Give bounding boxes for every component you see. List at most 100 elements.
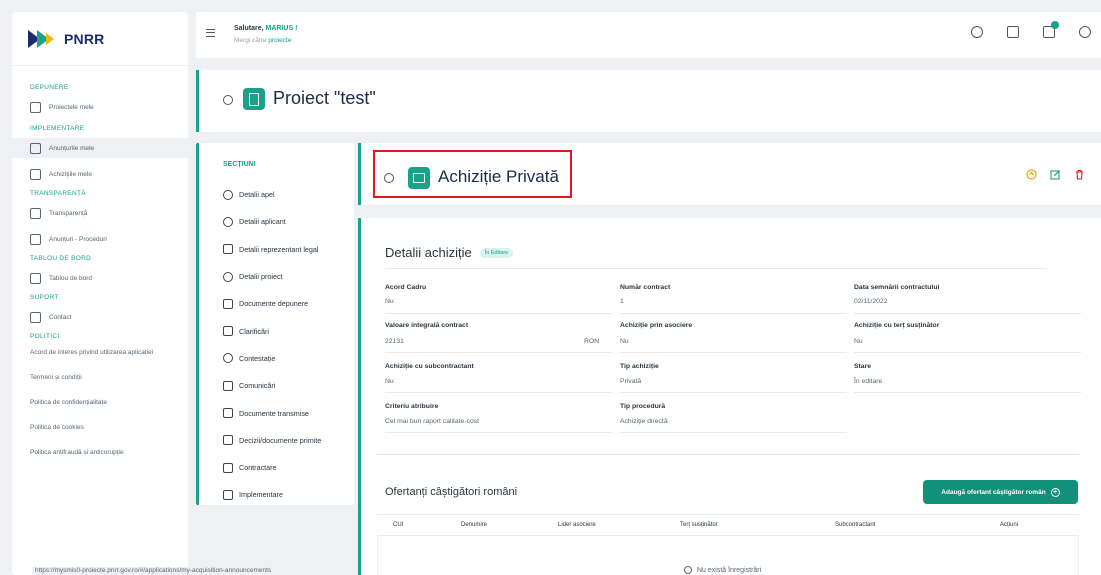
chat-icon <box>223 380 233 391</box>
sidebar-link-confidentialitate[interactable]: Politica de confidențialitate <box>12 390 188 415</box>
section-label: Contractare <box>239 463 277 473</box>
pnrr-logo[interactable]: PNRR <box>12 12 188 66</box>
id-card-icon <box>223 244 233 255</box>
sidebar-link-cookies[interactable]: Politica de cookies <box>12 415 188 440</box>
user-profile-icon[interactable] <box>971 26 983 38</box>
column-header-cui: CUI <box>393 522 404 528</box>
mail-icon <box>30 311 41 323</box>
section-documente-depunere[interactable]: Documente depunere <box>223 290 321 317</box>
section-title-tablou: TABLOU DE BORD <box>30 255 92 262</box>
section-comunicari[interactable]: Comunicări <box>223 372 321 399</box>
section-label: Documente depunere <box>239 299 309 309</box>
info-icon <box>223 189 233 200</box>
section-title-depunere: DEPUNERE <box>30 84 69 91</box>
goto-projects-link[interactable]: proiecte <box>268 37 291 44</box>
field-value-criteriu: Cel mai bun raport calitate-cost <box>385 418 480 425</box>
empty-state-text: Nu există înregistrări <box>697 566 762 574</box>
section-detalii-apel[interactable]: Detalii apel <box>223 181 321 208</box>
section-implementare[interactable]: Implementare <box>223 481 321 508</box>
section-label: Implementare <box>239 490 283 500</box>
section-label: Clarificări <box>239 326 269 336</box>
section-detalii-reprezentant[interactable]: Detalii reprezentant legal <box>223 236 321 263</box>
project-header: Proiect "test" <box>196 70 1101 132</box>
section-contractare[interactable]: Contractare <box>223 454 321 481</box>
copy-icon <box>223 462 233 473</box>
section-decizii[interactable]: Decizii/documente primite <box>223 427 321 454</box>
field-label-data-semnarii: Data semnării contractului <box>854 284 940 291</box>
details-title: Detalii achiziție În Editare <box>385 245 514 260</box>
sidebar-link-acord[interactable]: Acord de interes privind utilizarea apli… <box>12 340 188 365</box>
section-label: Decizii/documente primite <box>239 435 322 445</box>
field-value-tip-procedura: Achiziție directă <box>620 418 668 425</box>
field-label-asociere: Achiziție prin asociere <box>620 322 693 329</box>
info-icon <box>223 216 233 227</box>
sidebar-item-transparenta[interactable]: Transparență <box>12 203 188 223</box>
copy-icon <box>30 233 41 245</box>
edit-icon[interactable] <box>1050 169 1061 180</box>
building-icon[interactable] <box>1007 26 1019 38</box>
section-detalii-proiect[interactable]: Detalii proiect <box>223 263 321 290</box>
divider <box>385 432 612 433</box>
field-label-acord-cadru: Acord Cadru <box>385 284 427 291</box>
divider <box>385 392 612 393</box>
document-icon <box>223 408 233 419</box>
clipboard-icon <box>243 88 265 110</box>
greeting: Salutare, MARIUS ! <box>234 25 297 32</box>
info-icon <box>684 566 692 574</box>
section-detalii-aplicant[interactable]: Detalii aplicant <box>223 208 321 235</box>
acquisition-header: Achiziție Privată <box>358 143 1101 205</box>
acquisition-actions <box>1026 169 1085 180</box>
sidebar-link-termeni[interactable]: Termeni și condiții <box>12 365 188 390</box>
section-label: Detalii aplicant <box>239 217 286 227</box>
field-value-numar-contract: 1 <box>620 298 624 305</box>
section-documente-transmise[interactable]: Documente transmise <box>223 399 321 426</box>
field-label-subcontractant: Achiziție cu subcontractant <box>385 363 474 370</box>
add-button-label: Adaugă ofertant câștigător român <box>941 488 1046 496</box>
sidebar-item-label: Anunțurile mele <box>49 144 95 152</box>
clipboard-icon <box>223 326 233 337</box>
section-label: Documente transmise <box>239 408 309 418</box>
field-value-tert: Nu <box>854 338 863 345</box>
settings-gear-icon[interactable] <box>1079 26 1091 38</box>
sidebar-item-anunturi-proceduri[interactable]: Anunțuri - Proceduri <box>12 229 188 249</box>
offers-table-header: CUI Denumire Lider asociere Terț susțină… <box>377 514 1079 536</box>
field-value-stare: În editare <box>854 378 883 385</box>
divider <box>385 268 1047 269</box>
section-contestatie[interactable]: Contestație <box>223 345 321 372</box>
sidebar-item-achizitiile-mele[interactable]: Achizițiile mele <box>12 164 188 184</box>
divider <box>385 313 612 314</box>
back-arrow-icon[interactable] <box>384 173 394 183</box>
sidebar-link-antifrauda[interactable]: Politica antifraudă și anticorupție <box>12 440 188 465</box>
plus-circle-icon: + <box>1050 487 1060 497</box>
divider <box>620 432 847 433</box>
offers-table-body: Nu există înregistrări <box>377 536 1079 575</box>
divider <box>620 352 847 353</box>
sidebar-item-label: Tablou de bord <box>49 274 93 282</box>
status-badge: În Editare <box>479 247 514 258</box>
submit-icon[interactable] <box>1026 169 1037 180</box>
delete-icon[interactable] <box>1074 169 1085 180</box>
sidebar-item-anunturile-mele[interactable]: Anunțurile mele <box>12 138 188 158</box>
back-arrow-icon[interactable] <box>223 95 233 105</box>
field-label-numar-contract: Număr contract <box>620 284 671 291</box>
section-title-suport: SUPORT <box>30 294 59 301</box>
field-label-stare: Stare <box>854 363 872 370</box>
empty-state: Nu există înregistrări <box>684 566 761 574</box>
sidebar-item-tablou-de-bord[interactable]: Tablou de bord <box>12 268 188 288</box>
sidebar-item-proiectele-mele[interactable]: Proiectele mele <box>12 97 188 117</box>
column-header-tert: Terț susținător <box>680 522 718 528</box>
sections-panel: SECȚIUNI Detalii apel Detalii aplicant D… <box>196 143 354 505</box>
details-title-text: Detalii achiziție <box>385 245 472 260</box>
sidebar: PNRR DEPUNERE Proiectele mele IMPLEMENTA… <box>12 12 188 575</box>
sidebar-item-label: Proiectele mele <box>49 103 94 111</box>
notification-bell-icon[interactable] <box>1043 21 1059 38</box>
sidebar-item-contact[interactable]: Contact <box>12 307 188 327</box>
hamburger-menu-icon[interactable] <box>206 29 215 37</box>
field-value-valoare: 22131 <box>385 338 404 345</box>
add-winning-bidder-button[interactable]: Adaugă ofertant câștigător român + <box>923 480 1078 504</box>
divider <box>854 392 1081 393</box>
divider <box>620 392 847 393</box>
divider <box>854 313 1081 314</box>
section-clarificari[interactable]: Clarificări <box>223 317 321 344</box>
folder-icon <box>30 142 41 154</box>
